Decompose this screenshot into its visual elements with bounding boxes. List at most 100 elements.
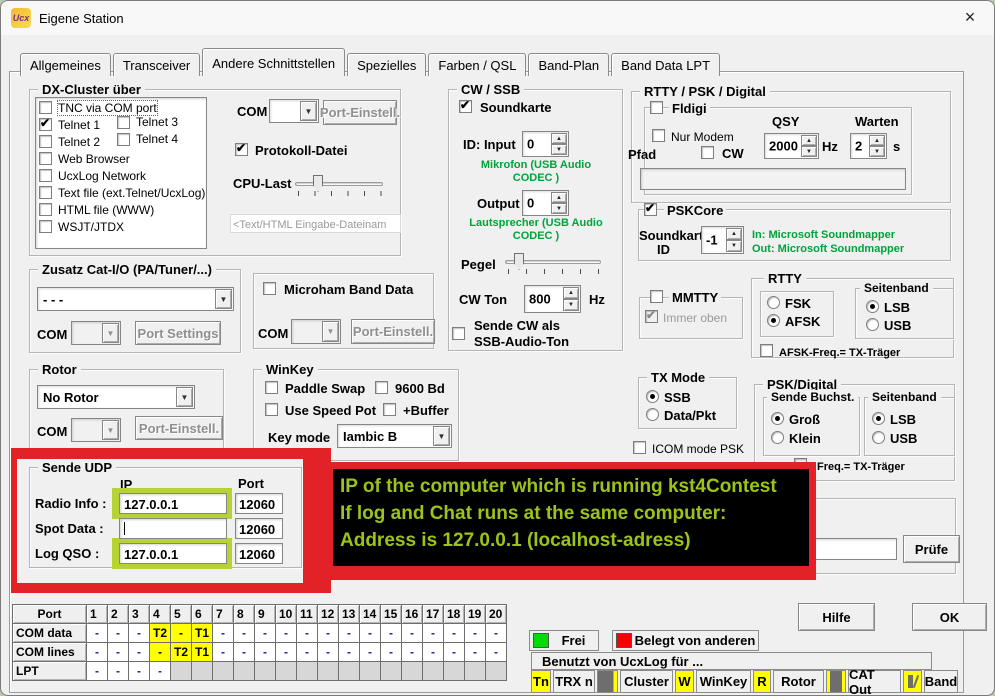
telnet-2-checkbox[interactable] (39, 135, 52, 148)
output-id-spinner[interactable]: 0▲▼ (522, 190, 569, 216)
text-html-input-file-field[interactable]: <Text/HTML Eingabe-Dateinam (230, 214, 401, 233)
telnet-1-checkbox[interactable] (39, 118, 52, 131)
annotation-text: IP of the computer which is running kst4… (333, 469, 809, 566)
radio-info-port-field[interactable]: 12060 (235, 493, 283, 514)
ok-button[interactable]: OK (912, 603, 987, 631)
web-browser-checkbox[interactable] (39, 152, 52, 165)
rotor-dropdown[interactable]: No Rotor▼ (37, 385, 195, 409)
chevron-down-icon[interactable]: ▼ (433, 426, 450, 446)
table-cell (255, 662, 276, 681)
table-cell (444, 662, 465, 681)
buffer-checkbox[interactable] (383, 403, 396, 416)
paddle-swap-checkbox[interactable] (265, 381, 278, 394)
cpu-last-slider[interactable] (295, 182, 383, 186)
spot-data-port-field[interactable]: 12060 (235, 518, 283, 539)
html-file-www-checkbox[interactable] (39, 203, 52, 216)
log-qso-ip-field[interactable]: 127.0.0.1 (119, 543, 227, 564)
pruefe-button[interactable]: Prüfe (903, 535, 960, 563)
ssb-radio[interactable] (646, 390, 659, 403)
spin-down-icon[interactable]: ▼ (726, 240, 742, 252)
key-mode-dropdown[interactable]: Iambic B▼ (337, 424, 452, 448)
chevron-down-icon[interactable]: ▼ (102, 323, 119, 343)
text-file-ext-telnet-ucxlog-checkbox[interactable] (39, 186, 52, 199)
com-label-rotor: COM (37, 425, 67, 439)
table-cell: - (339, 643, 360, 662)
chevron-down-icon[interactable]: ▼ (176, 387, 193, 407)
hilfe-button[interactable]: Hilfe (798, 603, 875, 631)
com-dropdown-dx[interactable]: ▼ (269, 99, 319, 123)
use-speed-pot-checkbox[interactable] (265, 403, 278, 416)
zusatz-device-dropdown[interactable]: - - -▼ (37, 287, 234, 311)
table-cell (192, 662, 213, 681)
tab-band-data-lpt[interactable]: Band Data LPT (611, 53, 720, 76)
lsb-radio-psk[interactable] (872, 412, 885, 425)
protokoll-datei-checkbox[interactable] (235, 143, 248, 156)
port-einstell-button-rotor[interactable]: Port-Einstell. (135, 416, 223, 440)
input-id-spinner[interactable]: 0▲▼ (522, 131, 569, 157)
spin-up-icon[interactable]: ▲ (801, 135, 817, 146)
ucxlog-network-checkbox[interactable] (39, 169, 52, 182)
cw-ton-unit: Hz (589, 293, 605, 307)
com-dropdown-microham[interactable]: ▼ (291, 319, 341, 344)
usb-radio-rtty[interactable] (866, 318, 879, 331)
mmtty-checkbox[interactable] (650, 290, 663, 303)
com-dropdown-zusatz[interactable]: ▼ (71, 321, 121, 345)
log-qso-port-field[interactable]: 12060 (235, 543, 283, 564)
microham-checkbox[interactable] (263, 282, 276, 295)
spin-up-icon[interactable]: ▲ (726, 228, 742, 240)
spin-down-icon[interactable]: ▼ (869, 146, 885, 157)
icom-mode-psk-checkbox[interactable] (633, 441, 646, 454)
telnet-3-checkbox[interactable] (117, 116, 130, 129)
telnet-4-checkbox[interactable] (117, 133, 130, 146)
pfad-field[interactable] (640, 168, 906, 190)
port-settings-button-zusatz[interactable]: Port Settings (135, 321, 221, 345)
close-icon[interactable]: × (952, 4, 988, 31)
chevron-down-icon[interactable]: ▼ (322, 321, 339, 342)
data-pkt-radio[interactable] (646, 408, 659, 421)
tnc-via-com-port-checkbox[interactable] (39, 101, 52, 114)
fldigi-checkbox[interactable] (650, 101, 663, 114)
gross-radio[interactable] (771, 412, 784, 425)
tab-farben-qsl[interactable]: Farben / QSL (428, 53, 526, 76)
afsk-radio[interactable] (767, 314, 780, 327)
spin-down-icon[interactable]: ▼ (563, 299, 579, 311)
chevron-down-icon[interactable]: ▼ (215, 289, 232, 309)
chevron-down-icon[interactable]: ▼ (102, 420, 119, 440)
soundkarte-checkbox[interactable] (459, 100, 472, 113)
fsk-radio[interactable] (767, 296, 780, 309)
tab-transceiver[interactable]: Transceiver (113, 53, 200, 76)
spin-down-icon[interactable]: ▼ (551, 203, 567, 214)
cw-checkbox-fldigi[interactable] (701, 146, 714, 159)
com-dropdown-rotor[interactable]: ▼ (71, 418, 121, 442)
lsb-radio-rtty[interactable] (866, 300, 879, 313)
spin-up-icon[interactable]: ▲ (563, 287, 579, 299)
pskcore-id-spinner[interactable]: -1▲▼ (701, 226, 744, 254)
spin-up-icon[interactable]: ▲ (551, 192, 567, 203)
nur-modem-checkbox[interactable] (652, 129, 665, 142)
port-einstell-button-microham[interactable]: Port-Einstell. (351, 319, 435, 344)
spin-up-icon[interactable]: ▲ (551, 133, 567, 144)
tab-band-plan[interactable]: Band-Plan (528, 53, 609, 76)
cw-ton-spinner[interactable]: 800▲▼ (524, 285, 581, 313)
spin-down-icon[interactable]: ▼ (801, 146, 817, 157)
chevron-down-icon[interactable]: ▼ (300, 101, 317, 121)
list-item: Telnet 1Telnet 3 (39, 118, 204, 131)
tab-allgemeines[interactable]: Allgemeines (20, 53, 111, 76)
port-einstell-button-dx[interactable]: Port-Einstell. (323, 100, 397, 125)
radio-info-ip-field[interactable]: 127.0.0.1 (119, 493, 227, 514)
klein-radio[interactable] (771, 431, 784, 444)
spot-data-ip-field[interactable] (119, 518, 227, 539)
immer-oben-checkbox[interactable] (645, 310, 658, 323)
spin-down-icon[interactable]: ▼ (551, 144, 567, 155)
wsjt-jtdx-checkbox[interactable] (39, 220, 52, 233)
pskcore-checkbox[interactable] (644, 203, 657, 216)
9600bd-checkbox[interactable] (375, 381, 388, 394)
tab-spezielles[interactable]: Spezielles (347, 53, 426, 76)
sende-cw-checkbox[interactable] (452, 327, 465, 340)
tab-andere-schnittstellen[interactable]: Andere Schnittstellen (202, 48, 345, 76)
afsk-freq-checkbox[interactable] (760, 344, 773, 357)
usb-radio-psk[interactable] (872, 431, 885, 444)
spin-up-icon[interactable]: ▲ (869, 135, 885, 146)
qsy-spinner[interactable]: 2000▲▼ (764, 133, 819, 159)
warten-spinner[interactable]: 2▲▼ (850, 133, 887, 159)
